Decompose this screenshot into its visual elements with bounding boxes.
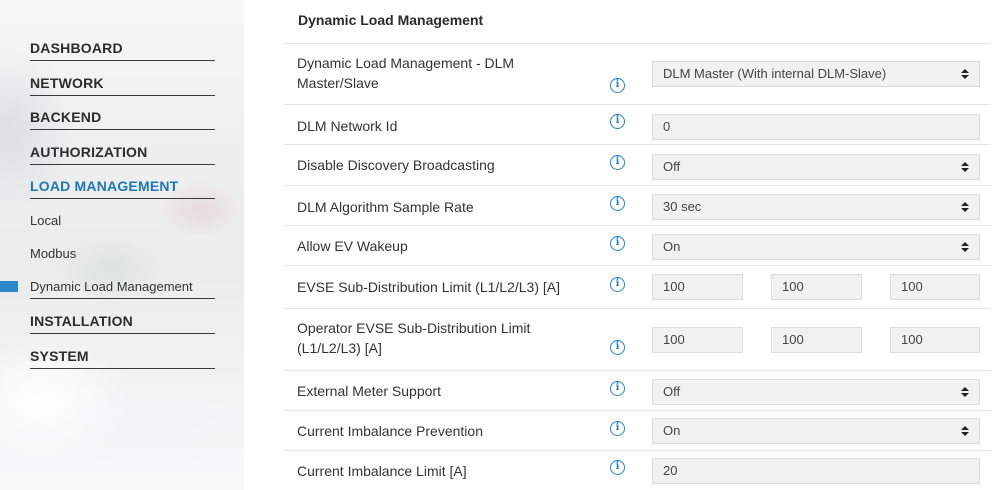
- select-caret-icon: [961, 202, 969, 213]
- page-title: Dynamic Load Management: [298, 12, 484, 28]
- main-panel: Dynamic Load Management Dynamic Load Man…: [284, 0, 991, 490]
- info-icon[interactable]: i: [610, 340, 625, 355]
- sub-item-modbus[interactable]: Modbus: [30, 246, 215, 261]
- info-icon[interactable]: i: [610, 381, 625, 396]
- setting-label: Allow EV Wakeup: [297, 238, 408, 254]
- info-icon[interactable]: i: [610, 196, 625, 211]
- info-icon[interactable]: i: [610, 236, 625, 251]
- setting-row-ev-wakeup: Allow EV Wakeup i On: [284, 225, 991, 265]
- operator-limit-l2-input[interactable]: 100: [771, 327, 862, 353]
- info-icon[interactable]: i: [610, 78, 625, 93]
- operator-limit-l1-input[interactable]: 100: [652, 327, 743, 353]
- imbalance-prevention-select[interactable]: On: [652, 418, 980, 444]
- info-icon[interactable]: i: [610, 421, 625, 436]
- external-meter-select[interactable]: Off: [652, 379, 980, 405]
- select-caret-icon: [961, 69, 969, 80]
- setting-label: Disable Discovery Broadcasting: [297, 157, 495, 173]
- select-caret-icon: [961, 426, 969, 437]
- info-icon[interactable]: i: [610, 155, 625, 170]
- setting-label: Dynamic Load Management - DLM Master/Sla…: [297, 55, 515, 91]
- sidebar: [0, 0, 244, 490]
- sub-item-local[interactable]: Local: [30, 213, 215, 228]
- setting-label: Current Imbalance Prevention: [297, 423, 483, 439]
- setting-row-dlm-master-slave: Dynamic Load Management - DLM Master/Sla…: [284, 43, 991, 104]
- sample-rate-select[interactable]: 30 sec: [652, 194, 980, 220]
- select-caret-icon: [961, 162, 969, 173]
- ev-wakeup-select[interactable]: On: [652, 234, 980, 260]
- dlm-master-slave-select[interactable]: DLM Master (With internal DLM-Slave): [652, 61, 980, 87]
- info-icon[interactable]: i: [610, 277, 625, 292]
- nav-item-dashboard[interactable]: DASHBOARD: [30, 40, 215, 61]
- evse-limit-l2-input[interactable]: 100: [771, 274, 862, 300]
- setting-label: DLM Network Id: [297, 118, 398, 134]
- evse-limit-l3-input[interactable]: 100: [890, 274, 980, 300]
- nav-item-backend[interactable]: BACKEND: [30, 109, 215, 130]
- nav-item-installation[interactable]: INSTALLATION: [30, 313, 215, 334]
- selected-marker: [0, 281, 18, 292]
- disable-discovery-select[interactable]: Off: [652, 154, 980, 180]
- setting-row-imbalance-limit: Current Imbalance Limit [A] i 20: [284, 450, 991, 490]
- setting-row-operator-evse-limit: Operator EVSE Sub-Distribution Limit (L1…: [284, 308, 991, 370]
- evse-limit-l1-input[interactable]: 100: [652, 274, 743, 300]
- select-caret-icon: [961, 242, 969, 253]
- select-caret-icon: [961, 387, 969, 398]
- nav-item-authorization[interactable]: AUTHORIZATION: [30, 144, 215, 165]
- setting-row-evse-limit: EVSE Sub-Distribution Limit (L1/L2/L3) […: [284, 265, 991, 308]
- setting-label: EVSE Sub-Distribution Limit (L1/L2/L3) […: [297, 279, 561, 295]
- nav-item-load-management[interactable]: LOAD MANAGEMENT: [30, 178, 215, 199]
- dlm-network-id-input[interactable]: 0: [652, 114, 980, 140]
- setting-row-imbalance-prevention: Current Imbalance Prevention i On: [284, 410, 991, 450]
- nav-item-system[interactable]: SYSTEM: [30, 348, 215, 369]
- setting-row-external-meter: External Meter Support i Off: [284, 370, 991, 410]
- setting-label: Operator EVSE Sub-Distribution Limit (L1…: [297, 320, 531, 356]
- setting-label: External Meter Support: [297, 383, 441, 399]
- imbalance-limit-input[interactable]: 20: [652, 458, 980, 484]
- operator-limit-l3-input[interactable]: 100: [890, 327, 980, 353]
- setting-label: Current Imbalance Limit [A]: [297, 463, 467, 479]
- setting-row-dlm-network-id: DLM Network Id i 0: [284, 104, 991, 144]
- info-icon[interactable]: i: [610, 460, 625, 475]
- setting-row-sample-rate: DLM Algorithm Sample Rate i 30 sec: [284, 185, 991, 225]
- setting-row-disable-discovery: Disable Discovery Broadcasting i Off: [284, 144, 991, 185]
- setting-label: DLM Algorithm Sample Rate: [297, 199, 474, 215]
- nav-item-network[interactable]: NETWORK: [30, 75, 215, 96]
- info-icon[interactable]: i: [610, 114, 625, 129]
- sub-item-dynamic-load-management[interactable]: Dynamic Load Management: [30, 279, 215, 299]
